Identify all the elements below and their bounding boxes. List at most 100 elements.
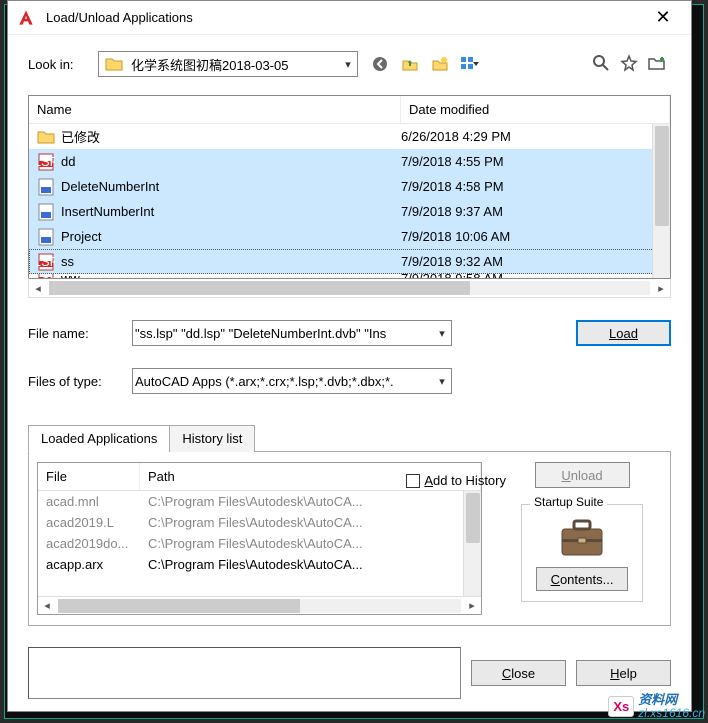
right-column: Unload Startup Suite Contents... — [502, 462, 662, 615]
load-button[interactable]: Load — [576, 320, 671, 346]
scroll-left-icon[interactable]: ◂ — [38, 599, 56, 612]
add-folder-button[interactable] — [645, 51, 669, 75]
dialog-footer: Close Help — [28, 647, 671, 699]
file-name: dd — [61, 154, 401, 169]
favorites-button[interactable] — [617, 51, 641, 75]
view-icon — [460, 56, 480, 72]
back-button[interactable] — [368, 52, 392, 76]
column-name[interactable]: Name — [29, 96, 401, 123]
back-icon — [372, 56, 388, 72]
chevron-down-icon[interactable]: ▾ — [339, 58, 357, 71]
chevron-down-icon[interactable]: ▾ — [433, 327, 451, 340]
briefcase-icon[interactable] — [558, 515, 606, 559]
dialog-body: Look in: 化学系统图初稿2018-03-05 ▾ Name Da — [8, 35, 691, 636]
loaded-col-file[interactable]: File — [38, 463, 140, 490]
nav-toolbar — [368, 52, 482, 76]
loaded-path: C:\Program Files\Autodesk\AutoCA... — [148, 515, 473, 530]
file-name: ss — [61, 254, 401, 269]
startup-suite-group: Startup Suite Contents... — [521, 504, 643, 602]
up-folder-icon — [402, 56, 418, 72]
tab-history[interactable]: History list — [169, 425, 255, 452]
star-icon — [620, 54, 638, 72]
file-name: DeleteNumberInt — [61, 179, 401, 194]
contents-button[interactable]: Contents... — [536, 567, 628, 591]
svg-text:LSP: LSP — [37, 154, 55, 169]
types-combo[interactable]: AutoCAD Apps (*.arx;*.crx;*.lsp;*.dvb;*.… — [132, 368, 452, 394]
column-date[interactable]: Date modified — [401, 96, 670, 123]
search-button[interactable] — [589, 51, 613, 75]
file-row[interactable]: 已修改6/26/2018 4:29 PM — [29, 124, 670, 149]
close-button[interactable]: Close — [471, 660, 566, 686]
view-menu-button[interactable] — [458, 52, 482, 76]
svg-text:LSP: LSP — [37, 254, 55, 269]
loaded-row[interactable]: acad2019.LC:\Program Files\Autodesk\Auto… — [38, 512, 481, 533]
loaded-row[interactable]: acad.mnlC:\Program Files\Autodesk\AutoCA… — [38, 491, 481, 512]
status-box — [28, 647, 461, 699]
unload-button[interactable]: Unload — [535, 462, 630, 488]
loaded-body[interactable]: acad.mnlC:\Program Files\Autodesk\AutoCA… — [38, 491, 481, 596]
loaded-row[interactable]: acad2019do...C:\Program Files\Autodesk\A… — [38, 533, 481, 554]
look-in-combo[interactable]: 化学系统图初稿2018-03-05 ▾ — [98, 51, 358, 77]
file-date: 6/26/2018 4:29 PM — [401, 129, 670, 144]
file-date: 7/9/2018 4:58 PM — [401, 179, 670, 194]
file-date: 7/9/2018 10:06 AM — [401, 229, 670, 244]
tab-loaded[interactable]: Loaded Applications — [28, 425, 170, 452]
close-icon[interactable]: ✕ — [643, 7, 683, 28]
file-name: ww — [61, 274, 401, 278]
folder-icon — [37, 128, 55, 146]
filename-label: File name: — [28, 326, 122, 341]
dvb-file-icon — [37, 178, 55, 196]
file-row[interactable]: DeleteNumberInt7/9/2018 4:58 PM — [29, 174, 670, 199]
scroll-thumb[interactable] — [655, 126, 669, 226]
horizontal-scrollbar[interactable]: ◂ ▸ — [28, 278, 671, 298]
bottom-pane: File Path acad.mnlC:\Program Files\Autod… — [28, 452, 671, 626]
scroll-thumb[interactable] — [466, 493, 480, 543]
new-folder-button[interactable] — [428, 52, 452, 76]
types-value: AutoCAD Apps (*.arx;*.crx;*.lsp;*.dvb;*.… — [133, 374, 433, 389]
loaded-file: acad.mnl — [46, 494, 148, 509]
folder-icon — [105, 56, 123, 72]
add-to-history[interactable]: Add to History — [406, 473, 506, 488]
file-row[interactable]: LSPdd7/9/2018 4:55 PM — [29, 149, 670, 174]
scroll-right-icon[interactable]: ▸ — [652, 282, 670, 295]
lsp-file-icon: LSP — [37, 153, 55, 171]
up-button[interactable] — [398, 52, 422, 76]
titlebar[interactable]: Load/Unload Applications ✕ — [8, 1, 691, 35]
file-name: Project — [61, 229, 401, 244]
scroll-track[interactable] — [58, 599, 461, 613]
add-history-checkbox[interactable] — [406, 474, 420, 488]
dvb-file-icon — [37, 228, 55, 246]
file-date: 7/9/2018 9:32 AM — [401, 254, 670, 269]
startup-suite-label: Startup Suite — [530, 495, 607, 509]
dvb-file-icon — [37, 203, 55, 221]
look-in-value: 化学系统图初稿2018-03-05 — [129, 55, 339, 74]
scroll-thumb[interactable] — [49, 281, 470, 295]
scroll-left-icon[interactable]: ◂ — [29, 282, 47, 295]
scroll-thumb[interactable] — [58, 599, 300, 613]
file-date: 7/9/2018 9:58 AM — [401, 274, 670, 278]
loaded-file: acad2019.L — [46, 515, 148, 530]
file-row[interactable]: LSP ss7/9/2018 9:32 AM — [29, 249, 670, 274]
file-row[interactable]: InsertNumberInt7/9/2018 9:37 AM — [29, 199, 670, 224]
horizontal-scrollbar[interactable]: ◂ ▸ — [38, 596, 481, 614]
file-list: Name Date modified 已修改6/26/2018 4:29 PM L… — [28, 95, 671, 278]
filename-combo[interactable]: "ss.lsp" "dd.lsp" "DeleteNumberInt.dvb" … — [132, 320, 452, 346]
new-folder-icon — [432, 56, 448, 72]
vertical-scrollbar[interactable] — [463, 491, 481, 596]
scroll-track[interactable] — [49, 281, 650, 295]
file-row[interactable]: Project7/9/2018 10:06 AM — [29, 224, 670, 249]
chevron-down-icon[interactable]: ▾ — [433, 375, 451, 388]
folder-plus-icon — [648, 54, 666, 72]
tab-strip: Loaded Applications History list — [28, 424, 671, 452]
vertical-scrollbar[interactable] — [652, 124, 670, 278]
window-title: Load/Unload Applications — [46, 10, 643, 25]
file-list-header: Name Date modified — [29, 96, 670, 124]
loaded-file: acapp.arx — [46, 557, 148, 572]
file-name: InsertNumberInt — [61, 204, 401, 219]
help-button[interactable]: Help — [576, 660, 671, 686]
file-list-body[interactable]: 已修改6/26/2018 4:29 PMLSPdd7/9/2018 4:55 P… — [29, 124, 670, 278]
loaded-row[interactable]: acapp.arxC:\Program Files\Autodesk\AutoC… — [38, 554, 481, 575]
lsp-file-icon: LSP — [37, 274, 55, 278]
scroll-right-icon[interactable]: ▸ — [463, 599, 481, 612]
file-row[interactable]: LSP ww7/9/2018 9:58 AM — [29, 274, 670, 278]
